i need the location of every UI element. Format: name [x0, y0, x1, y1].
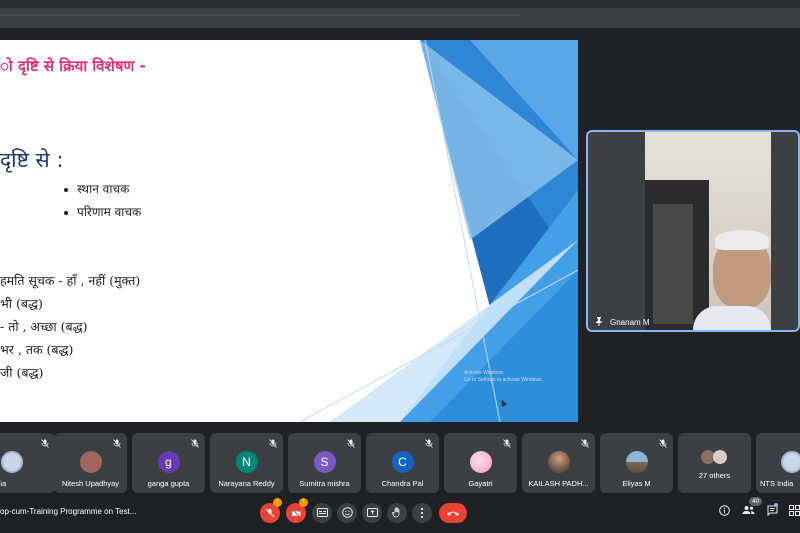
participant-tile[interactable]: NTS India [756, 433, 800, 493]
participant-tile[interactable]: Nitesh Upadhyay [54, 433, 127, 493]
participant-name: KAILASH PADH... [528, 479, 589, 488]
more-participants-tile[interactable]: 27 others [678, 433, 751, 493]
activate-windows-watermark: Activate Windows Go to Settings to activ… [464, 370, 543, 383]
chat-unread-dot [774, 503, 778, 507]
slide-heading: दृष्टि से : [0, 148, 64, 172]
slide-line: हमति सूचक - हाँ , नहीं (मुक्त) [0, 273, 141, 288]
info-icon [718, 505, 730, 516]
meeting-title[interactable]: op-cum-Training Programme on Test... [0, 507, 137, 516]
participant-tile[interactable]: g ganga gupta [132, 433, 205, 493]
avatar [547, 451, 570, 473]
mic-off-icon [113, 439, 121, 448]
meet-window: ो दृष्टि से क्रिया विशेषण - दृष्टि से : … [0, 0, 800, 533]
activities-button[interactable] [786, 505, 800, 520]
mic-off-icon [265, 508, 275, 518]
grouped-avatars [700, 450, 729, 466]
participant-tile[interactable]: C Chandra Pal [366, 433, 439, 493]
mic-off-icon [425, 439, 433, 448]
participant-tile[interactable]: S Sumitra mishra [288, 433, 361, 493]
present-screen-button[interactable] [362, 503, 382, 523]
mic-off-icon [41, 439, 49, 448]
more-options-button[interactable] [412, 503, 432, 523]
slide-bullet: परिणाम वाचक [64, 203, 141, 220]
slide-bullet: स्थान वाचक [64, 180, 129, 197]
avatar: S [313, 451, 336, 473]
avatar: N [235, 451, 258, 473]
participant-name: NTS India [760, 479, 794, 488]
participant-name: Nitesh Upadhyay [61, 479, 120, 488]
slide-line: जी (बद्ध) [0, 365, 44, 380]
mic-warning-badge: ! [273, 498, 282, 507]
speaker-name: Gnanam M [610, 318, 650, 327]
people-button[interactable] [740, 505, 756, 519]
participant-tile[interactable]: Eliyas M [600, 433, 673, 493]
speaker-video [645, 132, 771, 330]
slide-title: ो दृष्टि से क्रिया विशेषण - [0, 57, 146, 75]
slide-line: - तो , अच्छा (बद्ध) [0, 319, 88, 334]
avatar [469, 451, 492, 473]
pin-icon[interactable] [594, 316, 604, 329]
participant-name: Eliyas M [622, 479, 651, 488]
window-top-edge [0, 0, 800, 8]
mic-off-icon [347, 439, 355, 448]
participant-name: Narayana Reddy [218, 479, 275, 488]
chat-button[interactable] [764, 505, 780, 520]
participant-name: Gayatri [468, 479, 493, 488]
mic-off-icon [269, 439, 277, 448]
slide-line: भर , तक (बद्ध) [0, 342, 74, 357]
participant-name: India [0, 479, 7, 488]
avatar [79, 451, 102, 473]
others-count: 27 others [698, 471, 731, 480]
mic-off-icon [191, 439, 199, 448]
browser-strip [0, 8, 800, 28]
avatar [625, 451, 648, 473]
participant-name: Chandra Pal [381, 479, 424, 488]
avatar [781, 451, 800, 473]
leave-call-button[interactable] [439, 503, 467, 523]
raise-hand-button[interactable] [387, 503, 407, 523]
present-icon [366, 508, 378, 517]
camera-off-icon [291, 508, 301, 518]
emoji-icon [341, 507, 353, 518]
avatar: C [391, 451, 414, 473]
phone-hangup-icon [447, 511, 459, 516]
participant-count-badge: 40 [749, 497, 763, 506]
slide-blue-decoration [299, 40, 578, 422]
participant-tile[interactable]: India [0, 433, 55, 493]
activities-icon [788, 505, 800, 516]
participant-tile[interactable]: KAILASH PADH... [522, 433, 595, 493]
camera-warning-badge: ! [299, 498, 308, 507]
captions-icon [316, 508, 328, 517]
mic-off-icon [503, 439, 511, 448]
more-vert-icon [420, 507, 424, 519]
participant-name: ganga gupta [147, 479, 190, 488]
speaker-tile[interactable]: Gnanam M [586, 130, 800, 332]
participant-name: Sumitra mishra [299, 479, 350, 488]
captions-button[interactable] [312, 503, 332, 523]
slide-line: भी (बद्ध) [0, 296, 43, 311]
hand-icon [392, 507, 400, 518]
avatar [1, 451, 23, 473]
avatar: g [157, 451, 180, 473]
mic-off-icon [659, 439, 667, 448]
participant-tile[interactable]: N Narayana Reddy [210, 433, 283, 493]
emoji-button[interactable] [337, 503, 357, 523]
people-icon [742, 506, 754, 514]
participant-tile[interactable]: Gayatri [444, 433, 517, 493]
meeting-details-button[interactable] [716, 505, 732, 520]
mic-off-icon [581, 439, 589, 448]
presentation-slide: ो दृष्टि से क्रिया विशेषण - दृष्टि से : … [0, 40, 578, 422]
